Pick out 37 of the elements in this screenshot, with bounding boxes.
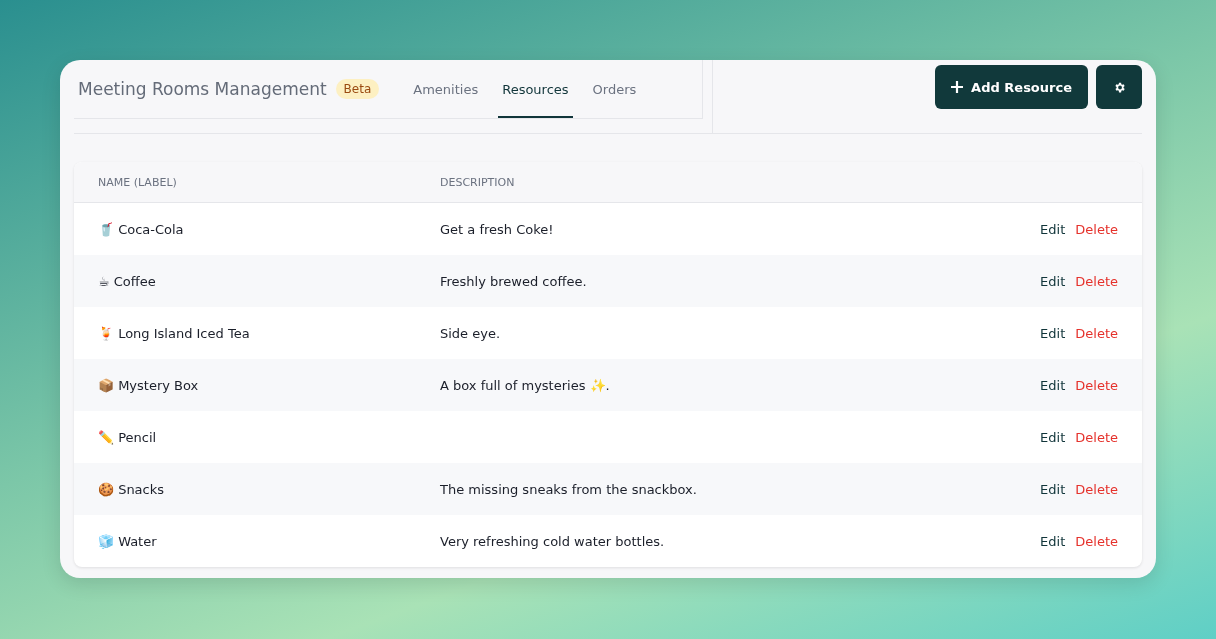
- delete-link[interactable]: Delete: [1075, 429, 1118, 445]
- resource-name: ☕ Coffee: [98, 273, 157, 289]
- edit-link[interactable]: Edit: [1040, 377, 1066, 393]
- nav-tab[interactable]: Resources: [498, 62, 573, 118]
- edit-link[interactable]: Edit: [1040, 221, 1066, 237]
- delete-link[interactable]: Delete: [1075, 377, 1118, 393]
- add-resource-button[interactable]: Add Resource: [935, 65, 1088, 109]
- edit-link[interactable]: Edit: [1040, 325, 1066, 341]
- resource-name: 🍹 Long Island Iced Tea: [98, 325, 251, 341]
- resource-description: A box full of mysteries ✨.: [440, 377, 610, 393]
- delete-link[interactable]: Delete: [1075, 533, 1118, 549]
- plus-icon: [951, 81, 964, 93]
- resource-description: The missing sneaks from the snackbox.: [440, 481, 697, 497]
- delete-link[interactable]: Delete: [1075, 325, 1118, 341]
- delete-link[interactable]: Delete: [1075, 481, 1118, 497]
- edit-link[interactable]: Edit: [1040, 481, 1066, 497]
- delete-link[interactable]: Delete: [1075, 221, 1118, 237]
- resource-description: Side eye.: [440, 325, 501, 341]
- resource-name: 🧊 Water: [98, 533, 158, 549]
- resource-name: 🥤 Coca-Cola: [98, 221, 185, 237]
- page-title: Meeting Rooms Management: [78, 79, 327, 99]
- delete-link[interactable]: Delete: [1075, 273, 1118, 289]
- resource-description: Freshly brewed coffee.: [440, 273, 587, 289]
- edit-link[interactable]: Edit: [1040, 273, 1066, 289]
- column-header: NAME (LABEL): [98, 175, 178, 189]
- resource-name: ✏ Pencil: [98, 429, 158, 445]
- resource-name: 🍪 Snacks: [98, 481, 166, 497]
- edit-link[interactable]: Edit: [1040, 429, 1066, 445]
- edit-link[interactable]: Edit: [1040, 533, 1066, 549]
- resource-description: Very refreshing cold water bottles.: [440, 533, 665, 549]
- beta-badge: Beta: [335, 79, 380, 99]
- resource-name: 📦 Mystery Box: [98, 377, 200, 393]
- resource-description: Get a fresh Coke!: [440, 221, 554, 237]
- settings-button[interactable]: [1096, 65, 1142, 109]
- nav-tab[interactable]: Amenities: [409, 62, 483, 118]
- nav-tab[interactable]: Orders: [588, 62, 641, 118]
- column-header: DESCRIPTION: [440, 175, 516, 189]
